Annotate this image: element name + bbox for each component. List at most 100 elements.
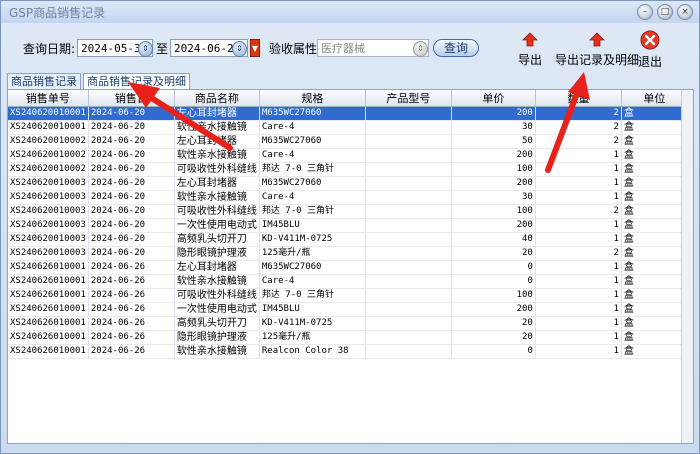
table-header-row: 销售单号 销售日 商品名称 规格 产品型号 单价 数量 单位 xyxy=(8,90,688,107)
cell-date: 2024-06-26 xyxy=(88,260,175,275)
end-date-spin-icon[interactable]: ⇕ xyxy=(232,41,247,57)
cell-date: 2024-06-26 xyxy=(88,344,175,359)
table-row[interactable]: XS240626010001 2024-06-26 可吸收性外科缝线 邦达 7-0 三… xyxy=(8,288,688,303)
cell-date: 2024-06-20 xyxy=(88,232,175,247)
cell-model xyxy=(365,316,452,331)
table-row[interactable]: XS240626010001 2024-06-26 高频乳头切开刀 KD-V411M-… xyxy=(8,316,688,331)
cell-qty: 1 xyxy=(535,148,622,163)
table-row[interactable]: XS240626010001 2024-06-26 软性亲水接触镜 Care-4 0 1 盒 xyxy=(8,274,688,289)
cell-price: 30 xyxy=(451,190,536,205)
table-row[interactable]: XS240620010003 2024-06-20 可吸收性外科缝线 邦达 7-0 三… xyxy=(8,204,688,219)
cell-spec: Care-4 xyxy=(259,148,366,163)
cell-model xyxy=(365,246,452,261)
cell-price: 200 xyxy=(451,176,536,191)
cell-date: 2024-06-20 xyxy=(88,204,175,219)
tab-sales-records[interactable]: 商品销售记录 xyxy=(7,73,81,89)
cell-product-name: 可吸收性外科缝线 xyxy=(174,162,260,177)
cell-price: 100 xyxy=(451,288,536,303)
dropdown-arrow-icon[interactable]: ▼ xyxy=(250,39,260,57)
sales-grid: 销售单号 销售日 商品名称 规格 产品型号 单价 数量 单位 XS2406200… xyxy=(7,89,694,444)
table-row[interactable]: XS240620010001 2024-06-20 左心耳封堵器 M635WC2706… xyxy=(8,106,688,121)
cell-model xyxy=(365,204,452,219)
cell-qty: 1 xyxy=(535,218,622,233)
table-row[interactable]: XS240626010001 2024-06-26 一次性使用电动式 IM45BLU 2… xyxy=(8,302,688,317)
cell-spec: M635WC27060 xyxy=(259,134,366,149)
table-row[interactable]: XS240626010001 2024-06-26 隐形眼镜护理液 125毫升/瓶 20… xyxy=(8,330,688,345)
tab-sales-records-detail[interactable]: 商品销售记录及明细 xyxy=(83,73,190,89)
cell-unit: 盒 xyxy=(621,260,688,275)
table-row[interactable]: XS240626010001 2024-06-26 左心耳封堵器 M635WC2706… xyxy=(8,260,688,275)
table-row[interactable]: XS240620010003 2024-06-20 左心耳封堵器 M635WC2706… xyxy=(8,176,688,191)
table-row[interactable]: XS240620010001 2024-06-20 软性亲水接触镜 Care-4 30 2… xyxy=(8,120,688,135)
cell-price: 50 xyxy=(451,134,536,149)
cell-spec: Care-4 xyxy=(259,120,366,135)
table-row[interactable]: XS240620010003 2024-06-20 一次性使用电动式 IM45BLU 2… xyxy=(8,218,688,233)
col-header-date[interactable]: 销售日 xyxy=(88,90,175,107)
app-window: GSP商品销售记录 – □ × 查询日期: 2024-05-30 ⇕ 至 202… xyxy=(0,0,700,454)
table-row[interactable]: XS240620010003 2024-06-20 隐形眼镜护理液 125毫升/瓶 20… xyxy=(8,246,688,261)
col-header-unit[interactable]: 单位 xyxy=(621,90,688,107)
cell-order-no: XS240620010002 xyxy=(8,134,89,149)
cell-qty: 1 xyxy=(535,176,622,191)
cell-order-no: XS240620010001 xyxy=(8,120,89,135)
cell-unit: 盒 xyxy=(621,162,688,177)
col-header-price[interactable]: 单价 xyxy=(451,90,536,107)
query-button[interactable]: 查询 xyxy=(433,39,479,57)
export-detail-button[interactable]: 导出记录及明细 xyxy=(553,32,641,68)
export-detail-label: 导出记录及明细 xyxy=(554,53,639,67)
cell-model xyxy=(365,330,452,345)
col-header-product-name[interactable]: 商品名称 xyxy=(174,90,260,107)
cell-order-no: XS240620010003 xyxy=(8,232,89,247)
close-window-button[interactable]: × xyxy=(677,4,693,20)
cell-qty: 1 xyxy=(535,330,622,345)
cell-product-name: 软性亲水接触镜 xyxy=(174,274,260,289)
cell-order-no: XS240620010002 xyxy=(8,148,89,163)
cell-product-name: 软性亲水接触镜 xyxy=(174,148,260,163)
cell-unit: 盒 xyxy=(621,176,688,191)
vertical-scrollbar[interactable] xyxy=(681,90,693,443)
col-header-spec[interactable]: 规格 xyxy=(259,90,366,107)
cell-qty: 1 xyxy=(535,302,622,317)
cell-qty: 1 xyxy=(535,316,622,331)
cell-product-name: 左心耳封堵器 xyxy=(174,176,260,191)
cell-unit: 盒 xyxy=(621,120,688,135)
cell-product-name: 软性亲水接触镜 xyxy=(174,120,260,135)
cell-model xyxy=(365,106,452,121)
cell-spec: 125毫升/瓶 xyxy=(259,330,366,345)
cell-spec: Realcon Color 38 xyxy=(259,344,366,359)
cell-model xyxy=(365,134,452,149)
cell-date: 2024-06-20 xyxy=(88,106,175,121)
maximize-button[interactable]: □ xyxy=(657,4,673,20)
minimize-button[interactable]: – xyxy=(637,4,653,20)
cell-price: 20 xyxy=(451,330,536,345)
attr-label: 验收属性: xyxy=(269,42,322,56)
cell-order-no: XS240626010001 xyxy=(8,302,89,317)
cell-qty: 1 xyxy=(535,274,622,289)
start-date-spin-icon[interactable]: ⇕ xyxy=(138,41,153,57)
table-row[interactable]: XS240620010002 2024-06-20 软性亲水接触镜 Care-4 200… xyxy=(8,148,688,163)
table-row[interactable]: XS240620010002 2024-06-20 可吸收性外科缝线 邦达 7-0 三… xyxy=(8,162,688,177)
col-header-order-no[interactable]: 销售单号 xyxy=(8,90,89,107)
cell-qty: 2 xyxy=(535,246,622,261)
table-row[interactable]: XS240620010003 2024-06-20 软性亲水接触镜 Care-4 30 1… xyxy=(8,190,688,205)
table-row[interactable]: XS240620010002 2024-06-20 左心耳封堵器 M635WC2706… xyxy=(8,134,688,149)
table-row[interactable]: XS240626010001 2024-06-26 软性亲水接触镜 Realcon C… xyxy=(8,344,688,359)
cell-order-no: XS240620010001 xyxy=(8,106,89,121)
exit-button[interactable]: 退出 xyxy=(635,30,665,70)
export-label: 导出 xyxy=(517,53,542,67)
exit-label: 退出 xyxy=(637,55,662,69)
table-row[interactable]: XS240620010003 2024-06-20 高频乳头切开刀 KD-V411M-… xyxy=(8,232,688,247)
export-button[interactable]: 导出 xyxy=(514,32,546,68)
col-header-model[interactable]: 产品型号 xyxy=(365,90,452,107)
cell-date: 2024-06-20 xyxy=(88,246,175,261)
cell-product-name: 软性亲水接触镜 xyxy=(174,344,260,359)
cell-product-name: 隐形眼镜护理液 xyxy=(174,330,260,345)
cell-order-no: XS240620010003 xyxy=(8,204,89,219)
cell-product-name: 左心耳封堵器 xyxy=(174,106,260,121)
cell-price: 200 xyxy=(451,106,536,121)
cell-unit: 盒 xyxy=(621,148,688,163)
col-header-qty[interactable]: 数量 xyxy=(535,90,622,107)
cell-price: 0 xyxy=(451,274,536,289)
export-detail-icon xyxy=(589,32,605,47)
attr-spin-icon[interactable]: ⇕ xyxy=(413,41,428,57)
